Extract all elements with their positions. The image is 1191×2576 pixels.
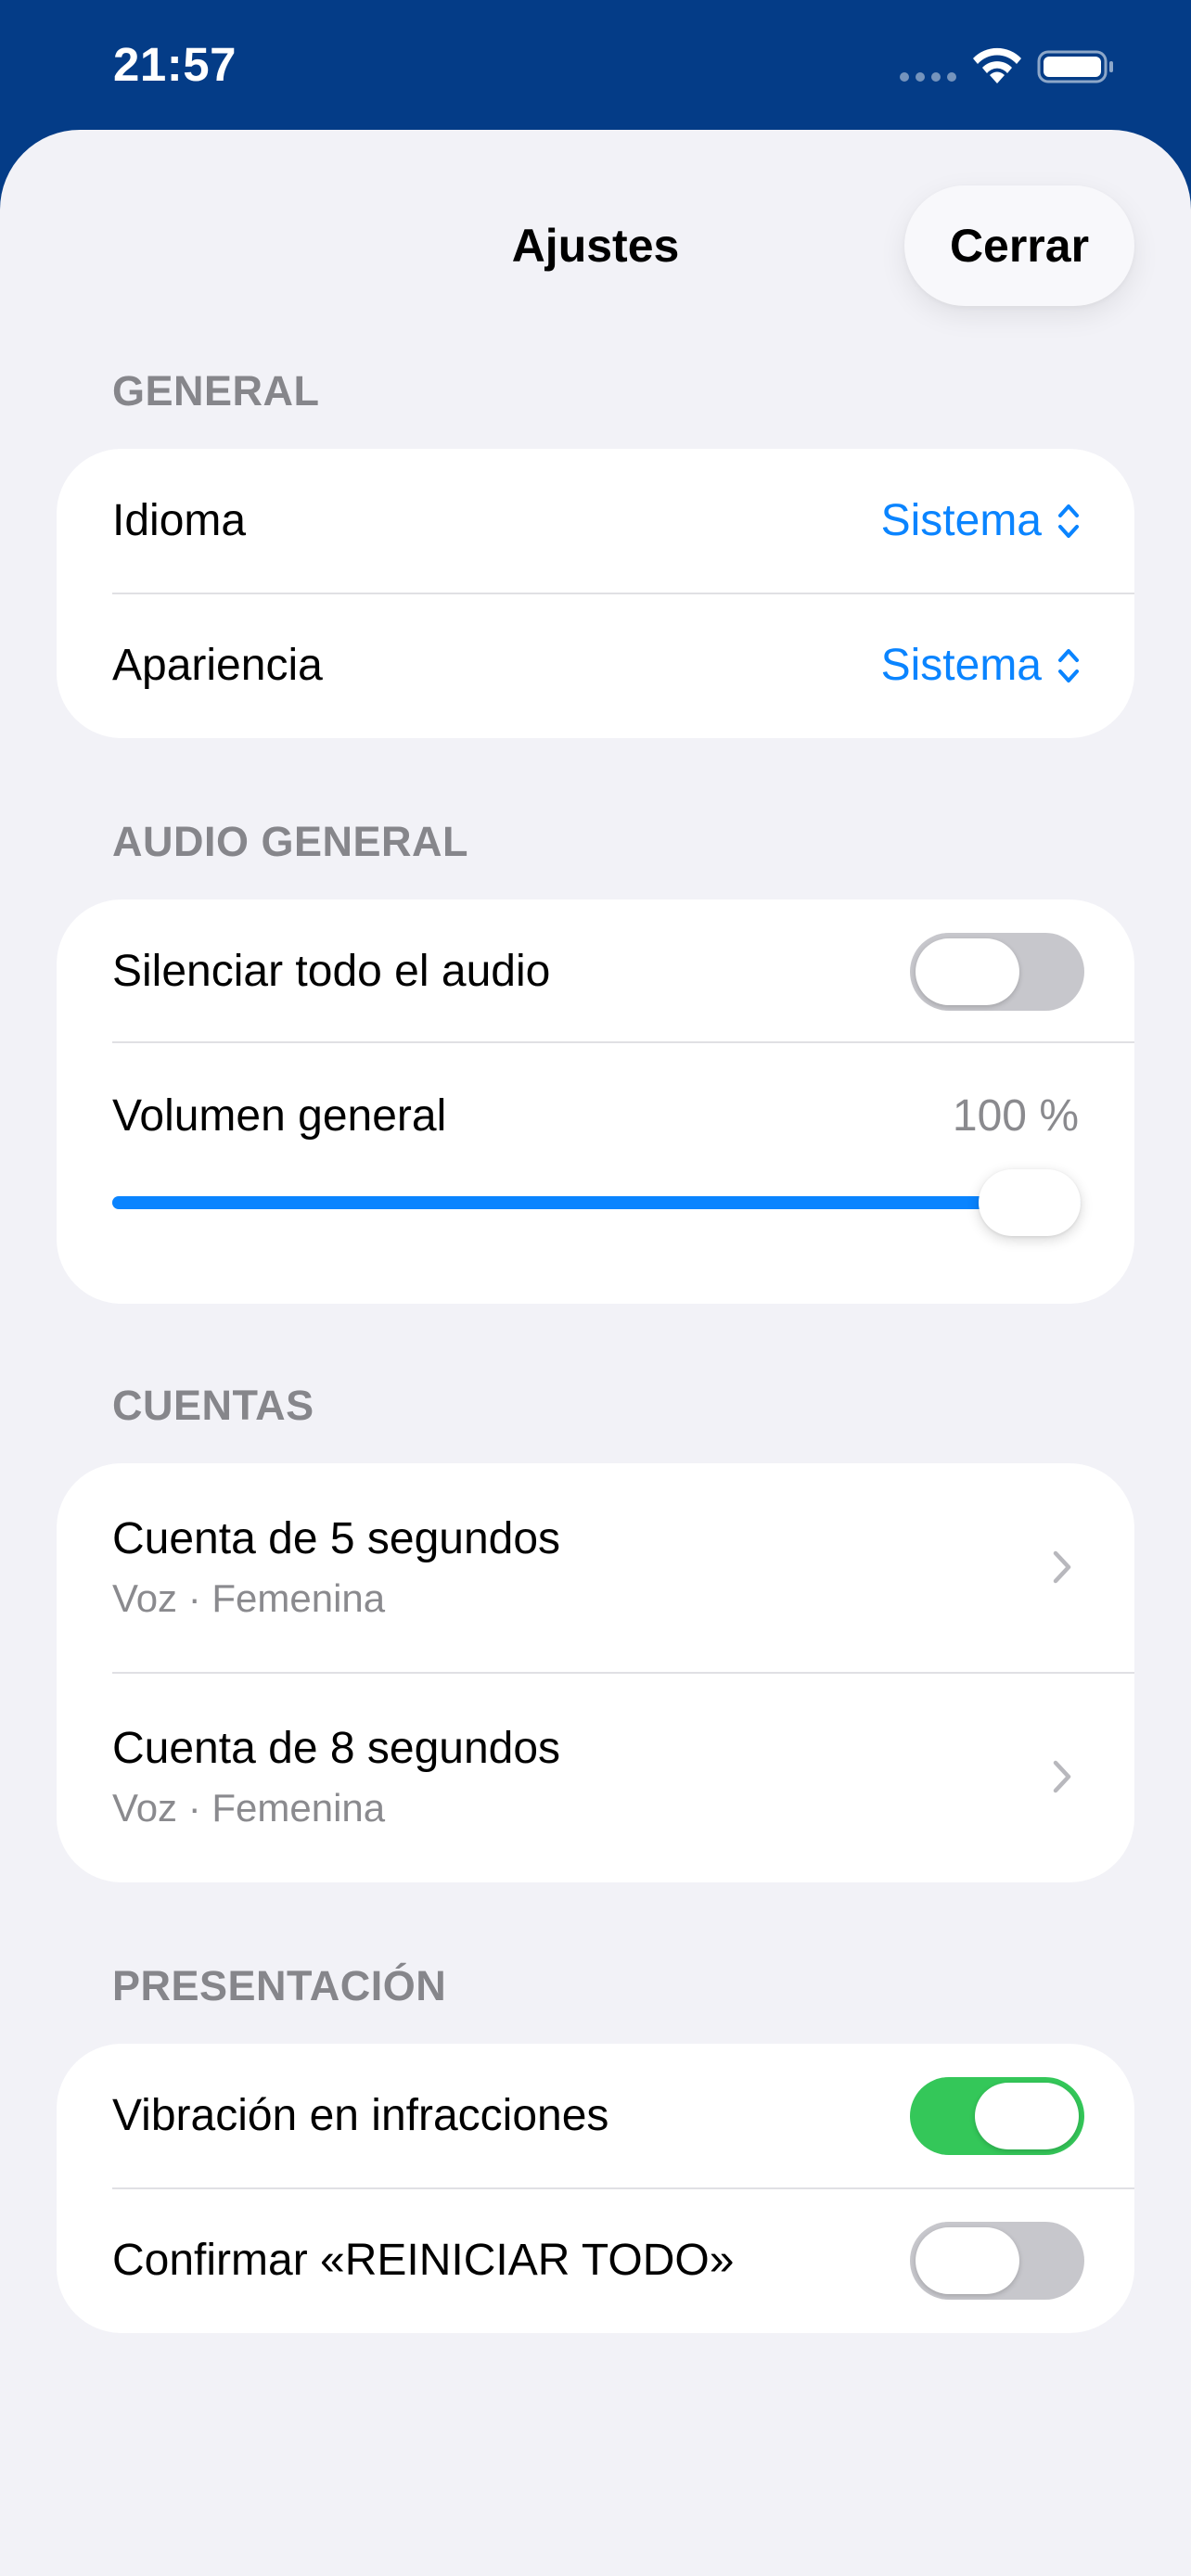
idioma-picker[interactable]: Sistema (881, 495, 1081, 546)
volume-slider-thumb[interactable] (979, 1169, 1081, 1236)
apariencia-label: Apariencia (112, 641, 323, 690)
idioma-value: Sistema (880, 496, 1042, 545)
cuenta-subtitle: Voz · Femenina (112, 1786, 386, 1830)
vibration-toggle[interactable] (910, 2077, 1084, 2155)
row-idioma[interactable]: Idioma Sistema (57, 449, 1134, 593)
chevron-right-icon (1053, 1550, 1071, 1584)
cuenta-title: Cuenta de 5 segundos (112, 1514, 561, 1563)
toggle-knob (916, 938, 1019, 1005)
row-mute: Silenciar todo el audio (57, 899, 1134, 1042)
settings-sheet: Ajustes Cerrar GENERAL Idioma Sistema Ap… (0, 130, 1191, 2576)
mute-label: Silenciar todo el audio (112, 947, 551, 996)
volume-value-text: 100 % (952, 1091, 1079, 1141)
battery-icon (1037, 50, 1113, 83)
volume-slider[interactable] (112, 1196, 1081, 1209)
row-apariencia[interactable]: Apariencia Sistema (57, 593, 1134, 738)
status-bar: 21:57 (0, 0, 1191, 139)
vibration-label: Vibración en infracciones (112, 2091, 609, 2140)
volume-label: Volumen general (112, 1091, 447, 1141)
chevron-up-down-icon (1058, 648, 1079, 682)
toggle-knob (916, 2227, 1019, 2294)
wifi-icon (973, 47, 1021, 83)
section-header-cuentas: CUENTAS (112, 1382, 314, 1429)
chevron-right-icon (1053, 1760, 1071, 1793)
card-general: Idioma Sistema Apariencia Sistema (57, 449, 1134, 738)
confirm-reset-label: Confirmar «REINICIAR TODO» (112, 2236, 735, 2285)
cellular-dots-icon (900, 72, 957, 82)
section-header-audio: AUDIO GENERAL (112, 818, 469, 865)
row-cuenta-8[interactable]: Cuenta de 8 segundos Voz · Femenina (57, 1673, 1134, 1882)
row-confirm-reset: Confirmar «REINICIAR TODO» (57, 2188, 1134, 2333)
row-volume: Volumen general 100 % (57, 1042, 1134, 1304)
cuenta-subtitle: Voz · Femenina (112, 1576, 386, 1620)
idioma-label: Idioma (112, 496, 247, 545)
row-cuenta-5[interactable]: Cuenta de 5 segundos Voz · Femenina (57, 1463, 1134, 1672)
section-header-presentacion: PRESENTACIÓN (112, 1962, 447, 2009)
status-time: 21:57 (113, 38, 237, 91)
mute-toggle[interactable] (910, 933, 1084, 1011)
volume-slider-fill (112, 1196, 1081, 1209)
card-presentacion: Vibración en infracciones Confirmar «REI… (57, 2044, 1134, 2333)
apariencia-value: Sistema (880, 641, 1042, 690)
toggle-knob (975, 2083, 1079, 2149)
cuenta-title: Cuenta de 8 segundos (112, 1724, 561, 1773)
confirm-reset-toggle[interactable] (910, 2222, 1084, 2300)
section-header-general: GENERAL (112, 367, 320, 414)
apariencia-picker[interactable]: Sistema (881, 640, 1081, 691)
row-vibration: Vibración en infracciones (57, 2044, 1134, 2188)
card-cuentas: Cuenta de 5 segundos Voz · Femenina Cuen… (57, 1463, 1134, 1882)
close-button[interactable]: Cerrar (904, 185, 1134, 306)
card-audio: Silenciar todo el audio Volumen general … (57, 899, 1134, 1304)
chevron-up-down-icon (1058, 504, 1079, 538)
